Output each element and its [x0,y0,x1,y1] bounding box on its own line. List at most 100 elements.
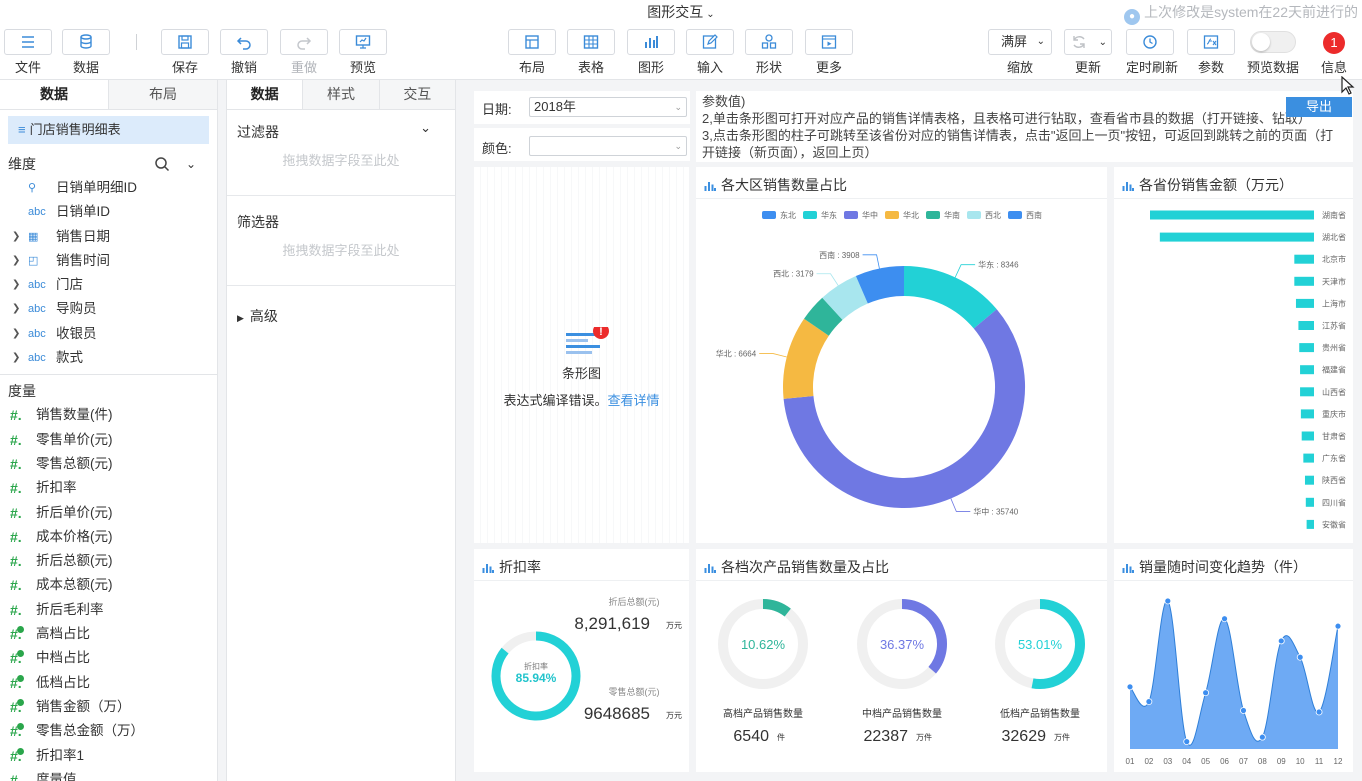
chevron-right-icon[interactable]: ❯ [12,297,20,321]
input-button[interactable]: 输入 [686,29,734,76]
measure-field[interactable]: #. 中档占比 [0,646,217,670]
dimension-field[interactable]: ❯ ◰ 销售时间 [0,249,217,273]
file-button[interactable]: 文件 [4,29,52,76]
legend-swatch[interactable] [1008,211,1022,219]
chart-button[interactable]: 图形 [627,29,675,76]
donut-slice[interactable] [783,318,830,399]
donut-slice[interactable] [783,309,1025,508]
filter-drop-zone[interactable]: 拖拽数据字段至此处 [227,150,455,195]
data-point[interactable] [1277,637,1285,645]
shape-button[interactable]: 形状 [745,29,793,76]
donut-slice[interactable] [903,266,997,329]
tier-gauges[interactable]: 10.62% 高档产品销售数量 6540 件 36.37% 中档产品销售数量 22387 万件… [696,581,1107,772]
donut-slice[interactable] [855,266,905,304]
data-point[interactable] [1334,622,1342,630]
bar[interactable] [1300,409,1314,419]
preview-data-toggle[interactable] [1250,31,1296,53]
undo-button[interactable]: 撤销 [220,29,268,76]
measure-field[interactable]: #. 成本总额(元) [0,573,217,597]
discount-gauge[interactable]: 折扣率85.94%折后总额(元)8,291,619 万元零售总额(元)964868… [474,581,689,772]
data-point[interactable] [1315,708,1323,716]
measure-field[interactable]: #. 销售金额（万） [0,695,217,719]
search-icon[interactable] [154,152,170,176]
view-details-link[interactable]: 查看详情 [608,393,660,408]
dimension-field[interactable]: abc 日销单ID [0,200,217,224]
legend-swatch[interactable] [885,211,899,219]
bar[interactable] [1294,276,1314,286]
measure-field[interactable]: #. 折后毛利率 [0,598,217,622]
bar[interactable] [1150,210,1314,220]
bar[interactable] [1295,298,1314,308]
trend-card[interactable]: 销量随时间变化趋势（件） 01 02 03 04 05 06 07 08 09 10 11 12 [1114,549,1353,772]
discount-card[interactable]: 折扣率 折扣率 85.94% 折后总额(元) 8,291,619 万元 零售总额(元) 96… [474,549,689,772]
measure-field[interactable]: #. 度量值 [0,768,217,781]
bar[interactable] [1303,453,1314,463]
data-point[interactable] [1296,653,1304,661]
dimension-field[interactable]: ⚲ 日销单明细ID [0,176,217,200]
data-point[interactable] [1164,597,1172,605]
color-select[interactable]: ⌄ [529,136,687,156]
measure-field[interactable]: #. 成本价格(元) [0,525,217,549]
chevron-right-icon[interactable]: ❯ [12,249,20,273]
tab-layout[interactable]: 布局 [109,80,217,109]
chevron-right-icon[interactable]: ❯ [12,273,20,297]
gauge-arc[interactable] [762,599,791,617]
tab-style[interactable]: 样式 [303,80,380,109]
dimension-field[interactable]: ❯ ▦ 销售日期 [0,225,217,249]
bar-chart-error-widget[interactable]: ! 条形图 表达式编译错误。查看详情 [474,167,689,543]
params-button[interactable]: 参数 [1187,29,1235,76]
legend-swatch[interactable] [762,211,776,219]
data-point[interactable] [1183,738,1191,746]
more-button[interactable]: 更多 [805,29,853,76]
timed-refresh-button[interactable]: 定时刷新 [1126,29,1178,76]
data-button[interactable]: 数据 [62,29,110,76]
measure-field[interactable]: #. 零售总金额（万） [0,719,217,743]
area-chart[interactable]: 01 02 03 04 05 06 07 08 09 10 11 12 [1114,581,1353,772]
measure-field[interactable]: #. 折扣率1 [0,744,217,768]
bar[interactable] [1301,431,1314,441]
measure-field[interactable]: #. 高档占比 [0,622,217,646]
chevron-down-icon[interactable]: ⌄ [186,152,196,176]
donut-chart[interactable]: 东北 华东 华中 华北 华南 西北 西南华东 : 8346 华中 : 35740 华北 : 66… [696,199,1107,543]
measure-field[interactable]: #. 折后单价(元) [0,501,217,525]
chevron-right-icon[interactable]: ❯ [12,322,20,346]
measure-field[interactable]: #. 零售总额(元) [0,452,217,476]
bar[interactable] [1298,321,1314,330]
measure-field[interactable]: #. 零售单价(元) [0,428,217,452]
dimension-field[interactable]: ❯ abc 门店 [0,273,217,297]
measure-field[interactable]: #. 折后总额(元) [0,549,217,573]
date-select[interactable]: 2018年 ⌄ [529,97,687,117]
dimension-field[interactable]: ❯ abc 导购员 [0,297,217,321]
dimension-field[interactable]: ❯ abc 收银员 [0,322,217,346]
chevron-right-icon[interactable]: ❯ [12,225,20,249]
table-button[interactable]: 表格 [567,29,615,76]
bar[interactable] [1294,254,1314,264]
province-bar-card[interactable]: 各省份销售金额（万元） 湖南省 湖北省 北京市 天津市 上海市 江苏省 贵州省 福建省 山西省重… [1114,167,1353,543]
donut-slice[interactable] [822,275,869,321]
bar[interactable] [1299,343,1314,353]
legend-swatch[interactable] [926,211,940,219]
dataset-item[interactable]: ≡ 门店销售明细表 [8,116,209,144]
chevron-right-icon[interactable]: ❯ [12,346,20,370]
refresh-button[interactable]: ⌄ 更新 [1064,29,1112,76]
tab-data[interactable]: 数据 [227,80,304,109]
chevron-down-icon[interactable]: ⌄ [420,120,431,136]
bar[interactable] [1300,365,1314,375]
preview-button[interactable]: 预览 [339,29,387,76]
redo-button[interactable]: 重做 [280,29,328,76]
bar[interactable] [1305,497,1314,507]
tier-card[interactable]: 各档次产品销售数量及占比 10.62% 高档产品销售数量 6540 件 36.37% 中档… [696,549,1107,772]
bar[interactable] [1304,475,1314,485]
layout-button[interactable]: 布局 [508,29,556,76]
data-point[interactable] [1240,707,1247,714]
export-button[interactable]: 导出 [1286,97,1352,117]
measure-field[interactable]: #. 折扣率 [0,476,217,500]
notification-badge[interactable]: 1 [1323,32,1345,54]
horizontal-bar-chart[interactable]: 湖南省湖北省北京市天津市上海市江苏省贵州省福建省山西省重庆市甘肃省广东省陕西省四… [1114,199,1353,543]
bar[interactable] [1159,232,1314,242]
data-point[interactable] [1202,689,1210,697]
donut-slice[interactable] [804,297,843,337]
data-point[interactable] [1221,615,1228,623]
region-donut-card[interactable]: 各大区销售数量占比 东北 华东 华中 华北 华南 西北 西南 华东 : 8346 华中 : 35… [696,167,1107,543]
legend-swatch[interactable] [844,211,858,219]
